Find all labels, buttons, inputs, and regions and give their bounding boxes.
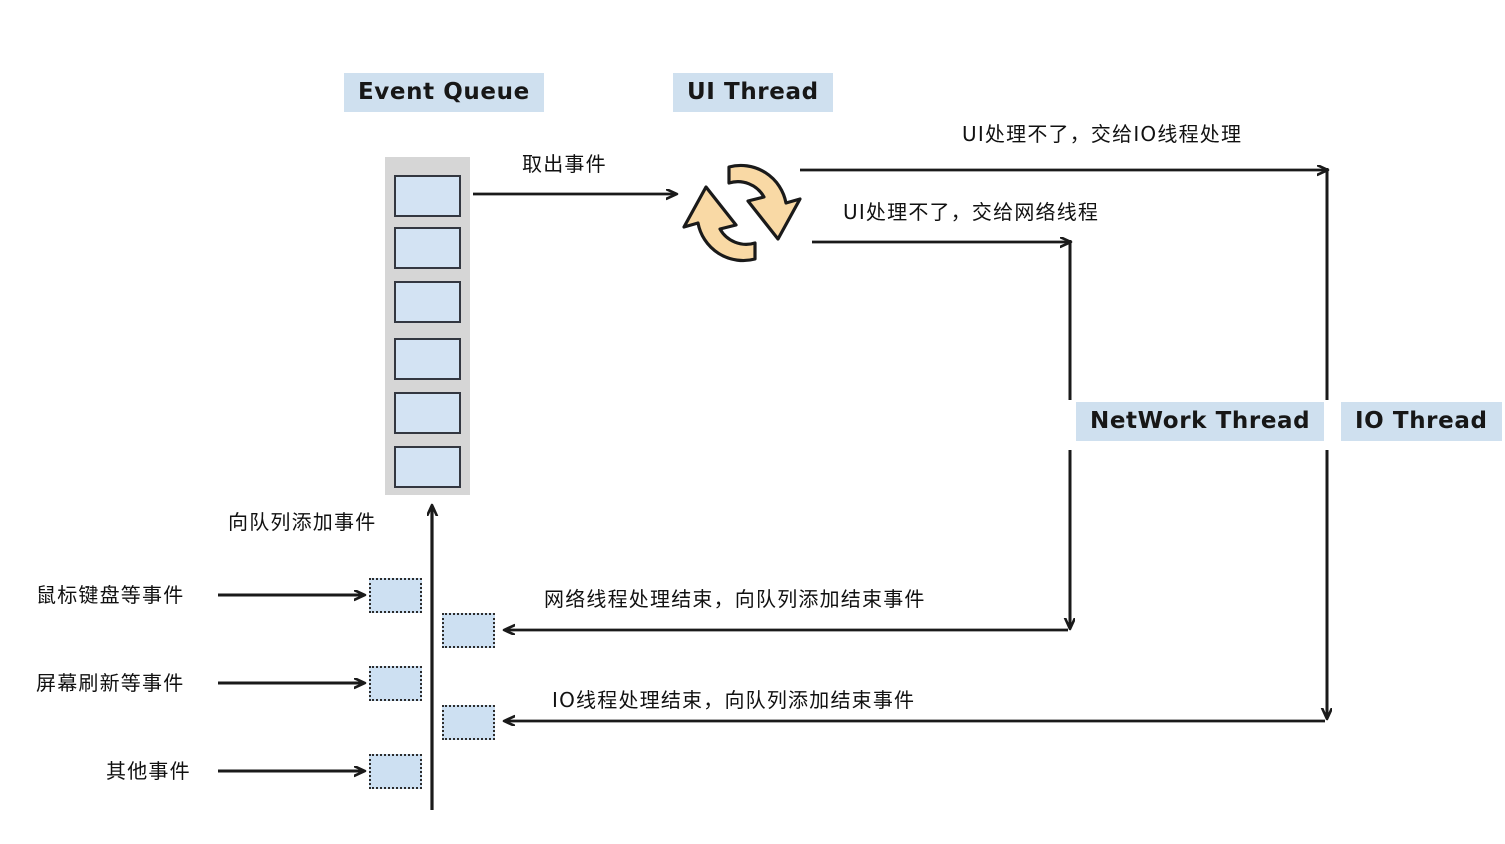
event-queue-container — [385, 157, 470, 495]
queue-slot — [394, 227, 461, 269]
diagram-canvas: Event Queue UI Thread NetWork Thread IO … — [0, 0, 1505, 844]
pending-event-box-other-events — [369, 754, 422, 789]
edge-label-network-done: 网络线程处理结束，向队列添加结束事件 — [544, 587, 926, 611]
pending-event-box-io-result — [442, 705, 495, 740]
label-event-queue: Event Queue — [344, 73, 544, 113]
label-io-thread: IO Thread — [1341, 402, 1502, 442]
source-label-other-events: 其他事件 — [106, 759, 191, 783]
pending-event-box-mouse-keyboard — [369, 578, 422, 613]
queue-slot — [394, 338, 461, 380]
queue-slot — [394, 281, 461, 323]
edge-label-ui-to-io: UI处理不了，交给IO线程处理 — [962, 122, 1243, 146]
edge-label-dequeue-event: 取出事件 — [522, 152, 607, 176]
source-label-screen-refresh: 屏幕刷新等事件 — [36, 671, 185, 695]
pending-event-box-network-result — [442, 613, 495, 648]
queue-slot — [394, 175, 461, 217]
edge-label-ui-to-network: UI处理不了，交给网络线程 — [843, 200, 1100, 224]
edge-label-enqueue-event: 向队列添加事件 — [228, 510, 377, 534]
loop-icon — [682, 163, 802, 263]
source-label-mouse-keyboard: 鼠标键盘等事件 — [36, 583, 185, 607]
label-ui-thread: UI Thread — [673, 73, 833, 113]
queue-slot — [394, 392, 461, 434]
label-network-thread: NetWork Thread — [1076, 402, 1325, 442]
queue-slot — [394, 446, 461, 488]
pending-event-box-screen-refresh — [369, 666, 422, 701]
edge-label-io-done: IO线程处理结束，向队列添加结束事件 — [552, 688, 916, 712]
